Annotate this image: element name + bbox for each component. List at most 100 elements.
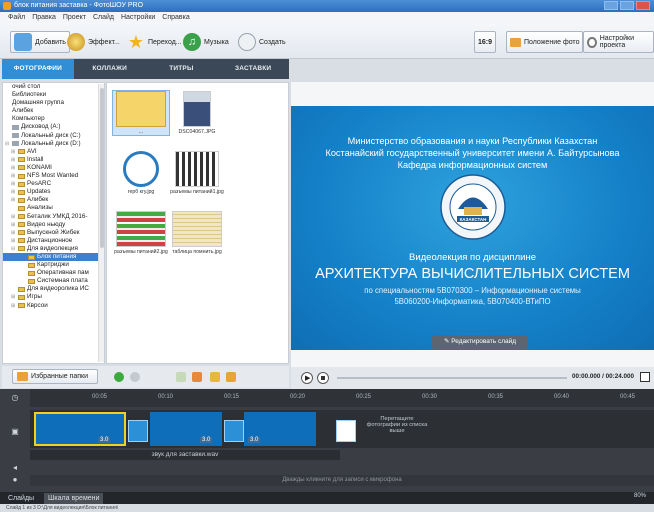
close-button[interactable] (636, 1, 650, 10)
file-item[interactable]: герб кгу.jpg (113, 151, 169, 195)
arrow-down-icon[interactable] (176, 372, 186, 382)
tree-item[interactable]: ⊞ Выпускной Жибек (3, 229, 104, 237)
tab-collages[interactable]: КОЛЛАЖИ (74, 59, 146, 79)
audio-track[interactable]: звук для заставки.wav (30, 450, 340, 460)
tree-item[interactable]: Домашняя группа (3, 99, 104, 107)
window-titlebar: блок питания заставка - ФотоШОУ PRO (0, 0, 654, 12)
maximize-button[interactable] (620, 1, 634, 10)
tree-item[interactable]: Системная плата (3, 277, 104, 285)
tree-item[interactable]: Оперативная пам (3, 269, 104, 277)
expand-toggle-icon[interactable]: ⊞ (11, 229, 16, 237)
tab-titles[interactable]: ТИТРЫ (146, 59, 218, 79)
expand-toggle-icon[interactable]: ⊞ (11, 213, 16, 221)
fullscreen-icon[interactable] (640, 372, 650, 382)
expand-toggle-icon[interactable]: ⊟ (5, 140, 10, 148)
expand-toggle-icon[interactable]: ⊞ (11, 293, 16, 301)
tree-item[interactable]: ⊞ Беталик УМКД 2016- (3, 213, 104, 221)
arrow-up-icon[interactable] (192, 372, 202, 382)
tab-intros[interactable]: ЗАСТАВКИ (217, 59, 289, 79)
tree-item[interactable]: Для видеоролика ИС (3, 285, 104, 293)
tree-item[interactable]: Компьютер (3, 115, 104, 123)
clip-duration[interactable]: 3.0 (248, 437, 261, 443)
tree-item[interactable]: ⊞ Updates (3, 188, 104, 196)
new-folder-icon[interactable] (210, 372, 220, 382)
slide-clip-3[interactable]: 3.0 (244, 412, 316, 446)
tree-item[interactable]: ⊞ KONAMI (3, 164, 104, 172)
expand-toggle-icon[interactable]: ⊞ (11, 164, 16, 172)
add-button[interactable]: Добавить (10, 31, 70, 53)
menu-settings[interactable]: Настройки (121, 12, 155, 23)
tree-item[interactable]: Локальный диск (C:) (3, 132, 104, 140)
tree-item[interactable]: ⊞ NFS Most Wanted (3, 172, 104, 180)
tree-item[interactable]: Блок питания (3, 252, 104, 262)
file-item[interactable]: разъемы питаний1.jpg (169, 151, 225, 195)
add-slide-icon[interactable] (336, 420, 356, 442)
aspect-ratio-button[interactable]: 16:9 (474, 31, 497, 53)
expand-toggle-icon[interactable]: ⊞ (11, 302, 16, 310)
tree-item[interactable]: ⊞ Кврсои (3, 302, 104, 310)
menu-file[interactable]: Файл (8, 12, 25, 23)
tree-item[interactable]: очий стол (3, 83, 104, 91)
tree-item[interactable]: Алибек (3, 107, 104, 115)
tree-item[interactable]: ⊟ Локальный диск (D:) (3, 140, 104, 148)
transition-icon[interactable] (128, 420, 148, 442)
tree-scrollbar[interactable] (98, 84, 104, 362)
tree-item[interactable]: ⊞ Видео ньюду (3, 221, 104, 229)
tree-item[interactable]: ⊞ Install (3, 156, 104, 164)
tree-item[interactable]: Библиотеки (3, 91, 104, 99)
tab-photos[interactable]: ФОТОГРАФИИ (2, 59, 74, 79)
expand-toggle-icon[interactable]: ⊟ (11, 245, 16, 253)
expand-toggle-icon[interactable]: ⊞ (11, 221, 16, 229)
favorites-button[interactable]: Избранные папки (12, 369, 98, 384)
tree-item[interactable]: ⊞ AVI (3, 148, 104, 156)
project-settings-button[interactable]: Настройки проекта (583, 31, 654, 53)
file-item[interactable]: DSC04067.JPG (169, 91, 225, 135)
file-item[interactable]: ... (112, 90, 170, 136)
tree-item[interactable]: Анализы (3, 204, 104, 212)
expand-toggle-icon[interactable]: ⊞ (11, 180, 16, 188)
expand-toggle-icon[interactable]: ⊞ (11, 148, 16, 156)
menu-project[interactable]: Проект (63, 12, 86, 23)
playback-progress[interactable] (337, 377, 567, 379)
create-button[interactable]: Создать (235, 31, 289, 53)
expand-toggle-icon[interactable]: ⊞ (11, 172, 16, 180)
play-button[interactable]: ▶ (301, 372, 313, 384)
tab-timeline-mode[interactable]: Шкала времени (44, 493, 104, 504)
effects-button[interactable]: Эффект... (64, 31, 123, 53)
menu-edit[interactable]: Правка (32, 12, 56, 23)
menu-slide[interactable]: Слайд (93, 12, 114, 23)
transition-icon[interactable] (224, 420, 244, 442)
expand-toggle-icon[interactable]: ⊞ (11, 156, 16, 164)
tree-item[interactable]: ⊞ Игры (3, 293, 104, 301)
photo-position-button[interactable]: Положение фото (506, 31, 584, 53)
tree-item[interactable]: Дисковод (A:) (3, 123, 104, 131)
tree-item[interactable]: Картриджи (3, 261, 104, 269)
file-item[interactable]: разъемы питаний2.jpg (113, 211, 169, 255)
open-folder-icon[interactable] (226, 372, 236, 382)
minimize-button[interactable] (604, 1, 618, 10)
music-button[interactable]: ♫ Музыка (180, 31, 232, 53)
slide-clip-1[interactable]: 3.0 (34, 412, 126, 446)
edit-slide-button[interactable]: ✎ Редактировать слайд (432, 335, 528, 349)
stop-button[interactable] (317, 372, 329, 384)
expand-toggle-icon[interactable]: ⊞ (11, 237, 16, 245)
zoom-level[interactable]: 80% (634, 493, 646, 499)
expand-toggle-icon[interactable]: ⊞ (11, 196, 16, 204)
tree-item[interactable]: ⊟ Для видеолекция (3, 245, 104, 253)
transitions-button[interactable]: ★ Переход... (124, 31, 185, 53)
scrollbar-thumb[interactable] (100, 88, 104, 248)
tree-item[interactable]: ⊞ PesARC (3, 180, 104, 188)
clip-duration[interactable]: 3.0 (98, 437, 111, 443)
tree-item[interactable]: ⊞ Дистанционное (3, 237, 104, 245)
clip-duration[interactable]: 3.0 (200, 437, 213, 443)
slide-clip-2[interactable]: 3.0 (150, 412, 222, 446)
expand-toggle-icon[interactable]: ⊞ (11, 188, 16, 196)
refresh-icon[interactable] (130, 372, 140, 382)
file-item[interactable]: таблица помнить.jpg (169, 211, 225, 255)
menu-help[interactable]: Справка (162, 12, 189, 23)
tab-slides-mode[interactable]: Слайды (4, 493, 38, 504)
add-all-icon[interactable] (114, 372, 124, 382)
voice-track[interactable]: Дважды кликните для записи с микрофона (30, 475, 654, 486)
tree-item[interactable]: ⊞ Алибек (3, 196, 104, 204)
timeline-ruler[interactable]: 00:05 00:10 00:15 00:20 00:25 00:30 00:35 00:40… (30, 389, 654, 407)
